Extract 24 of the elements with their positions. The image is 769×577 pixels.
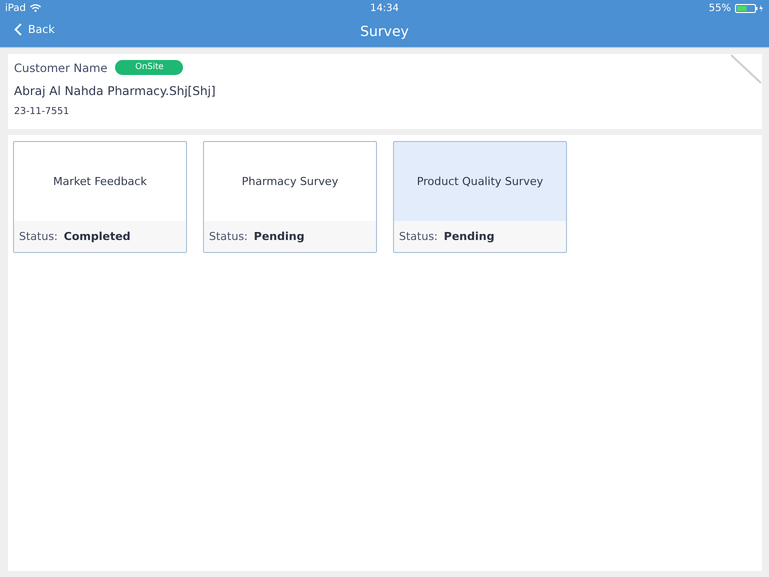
status-value: Pending <box>254 230 304 243</box>
survey-card[interactable]: Product Quality Survey Status: Pending <box>393 141 567 253</box>
customer-name: Abraj Al Nahda Pharmacy.Shj[Shj] <box>14 84 217 98</box>
status-label: Status: <box>399 230 438 243</box>
battery-percent: 55% <box>708 2 731 14</box>
survey-card[interactable]: Market Feedback Status: Completed <box>13 141 187 253</box>
status-value: Completed <box>64 230 131 243</box>
page-curl-icon <box>730 54 762 84</box>
survey-title: Market Feedback <box>53 175 147 188</box>
status-badge: OnSite <box>115 60 184 75</box>
chevron-left-icon <box>14 23 22 36</box>
clock-time: 14:34 <box>370 2 399 14</box>
survey-card[interactable]: Pharmacy Survey Status: Pending <box>203 141 377 253</box>
survey-title: Pharmacy Survey <box>242 175 338 188</box>
status-label: Status: <box>19 230 58 243</box>
page-title: Survey <box>360 24 409 40</box>
survey-title: Product Quality Survey <box>416 175 544 188</box>
field-label: Customer Name <box>14 60 108 74</box>
wifi-icon <box>30 4 41 12</box>
customer-code: 23-11-7551 <box>14 106 70 117</box>
device-name: iPad <box>5 2 26 14</box>
battery-icon <box>734 4 764 12</box>
status-label: Status: <box>209 230 248 243</box>
status-value: Pending <box>444 230 494 243</box>
